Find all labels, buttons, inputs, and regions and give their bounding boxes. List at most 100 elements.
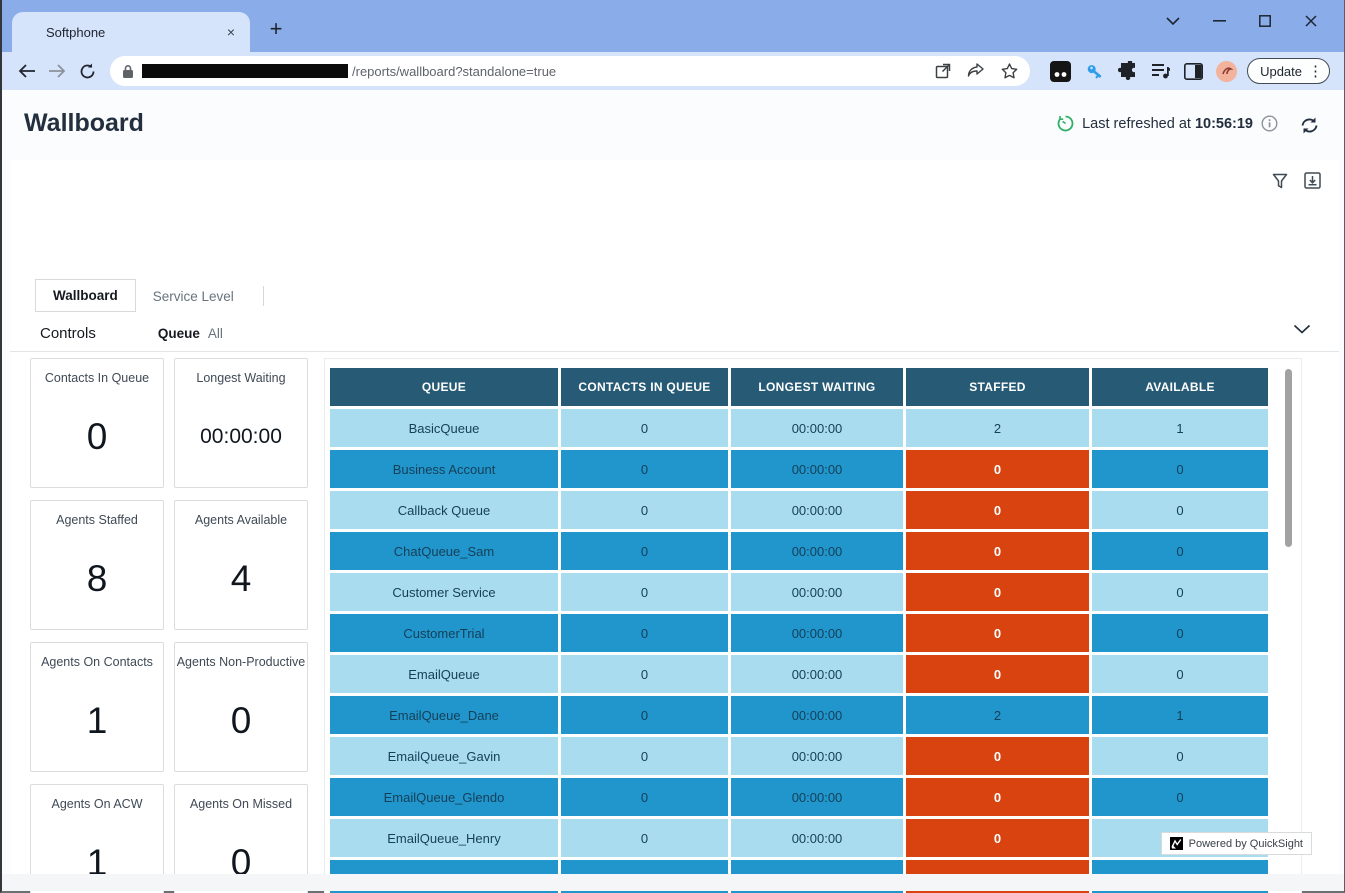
tab-title: Softphone <box>46 25 222 40</box>
bookmark-star-icon[interactable] <box>1001 63 1018 79</box>
share-icon[interactable] <box>967 63 985 79</box>
tab-service-level[interactable]: Service Level <box>136 281 251 312</box>
queue-table-header: QUEUECONTACTS IN QUEUELONGEST WAITINGSTA… <box>330 368 1268 406</box>
lock-icon[interactable] <box>122 64 134 79</box>
tab-close-icon[interactable]: × <box>222 23 240 41</box>
cell-queue: EmailQueue_Dane <box>330 696 558 734</box>
cell-contacts-in-queue: 0 <box>561 409 728 447</box>
last-refreshed-info: Last refreshed at 10:56:19 <box>1057 115 1278 132</box>
cell-staffed: 0 <box>906 737 1089 775</box>
kpi-label: Agents Available <box>175 513 307 527</box>
maximize-button[interactable] <box>1242 8 1288 34</box>
cell-contacts-in-queue: 0 <box>561 532 728 570</box>
minimize-button[interactable] <box>1196 8 1242 34</box>
table-row: Business Account000:00:0000 <box>330 450 1268 488</box>
kpi-card: Agents Staffed8 <box>30 500 164 630</box>
cell-queue: EmailQueue_Glendo <box>330 778 558 816</box>
open-in-new-icon[interactable] <box>935 63 951 79</box>
cell-queue: Customer Service <box>330 573 558 611</box>
cell-longest-waiting: 00:00:00 <box>731 573 903 611</box>
kpi-label: Longest Waiting <box>175 371 307 385</box>
forward-icon[interactable] <box>42 56 72 86</box>
kpi-label: Agents On Missed <box>175 797 307 811</box>
table-row: EmailQueue_Glendo000:00:0000 <box>330 778 1268 816</box>
info-icon[interactable] <box>1261 115 1278 132</box>
bottom-window-strip <box>2 874 1344 891</box>
cell-available: 1 <box>1092 409 1268 447</box>
kpi-label: Agents Non-Productive <box>175 655 307 669</box>
cell-staffed: 0 <box>906 532 1089 570</box>
wallboard-page: Wallboard Last refreshed at 10:56:19 Wal… <box>2 90 1344 875</box>
queue-table-widget: QUEUECONTACTS IN QUEUELONGEST WAITINGSTA… <box>324 358 1302 893</box>
cell-contacts-in-queue: 0 <box>561 819 728 857</box>
cell-queue: Callback Queue <box>330 491 558 529</box>
table-row: ChatQueue_Sam000:00:0000 <box>330 532 1268 570</box>
back-icon[interactable] <box>12 56 42 86</box>
kpi-value: 00:00:00 <box>175 405 307 469</box>
cell-staffed: 2 <box>906 409 1089 447</box>
url-path[interactable]: /reports/wallboard?standalone=true <box>352 64 927 79</box>
puzzle-extensions-icon[interactable] <box>1118 61 1138 81</box>
cell-staffed: 2 <box>906 696 1089 734</box>
close-window-button[interactable] <box>1288 8 1334 34</box>
queue-filter-value[interactable]: All <box>208 326 223 341</box>
cell-longest-waiting: 00:00:00 <box>731 409 903 447</box>
cell-longest-waiting: 00:00:00 <box>731 450 903 488</box>
cell-contacts-in-queue: 0 <box>561 737 728 775</box>
tab-search-chevron-icon[interactable] <box>1150 8 1196 34</box>
url-bar[interactable]: /reports/wallboard?standalone=true <box>110 56 1030 86</box>
cell-staffed: 0 <box>906 655 1089 693</box>
table-row: EmailQueue000:00:0000 <box>330 655 1268 693</box>
kpi-label: Contacts In Queue <box>31 371 163 385</box>
last-refreshed-text: Last refreshed at 10:56:19 <box>1082 116 1253 132</box>
tab-divider <box>263 286 264 306</box>
tab-wallboard[interactable]: Wallboard <box>35 279 136 312</box>
cell-queue: EmailQueue_Henry <box>330 819 558 857</box>
browser-tab[interactable]: Softphone × <box>12 12 250 52</box>
queue-table: QUEUECONTACTS IN QUEUELONGEST WAITINGSTA… <box>327 365 1271 893</box>
cell-available: 0 <box>1092 450 1268 488</box>
chevron-down-icon[interactable] <box>1293 324 1311 334</box>
kpi-label: Agents On ACW <box>31 797 163 811</box>
media-playlist-icon[interactable] <box>1151 62 1171 80</box>
table-row: EmailQueue_Henry000:00:0000 <box>330 819 1268 857</box>
profile-avatar[interactable] <box>1216 61 1237 82</box>
cell-longest-waiting: 00:00:00 <box>731 491 903 529</box>
cell-available: 0 <box>1092 778 1268 816</box>
kpi-card: Agents On Contacts1 <box>30 642 164 772</box>
cell-staffed: 0 <box>906 614 1089 652</box>
cell-longest-waiting: 00:00:00 <box>731 532 903 570</box>
filter-funnel-icon[interactable] <box>1272 173 1288 189</box>
kpi-card: Agents Non-Productive 0 <box>174 642 308 772</box>
page-title: Wallboard <box>24 109 144 138</box>
side-panel-icon[interactable] <box>1184 63 1203 80</box>
cell-queue: EmailQueue_Gavin <box>330 737 558 775</box>
kpi-card: Agents Available 4 <box>174 500 308 630</box>
controls-label: Controls <box>40 325 96 342</box>
refresh-icon[interactable] <box>1296 112 1322 138</box>
kpi-value: 0 <box>175 689 307 753</box>
cell-staffed: 0 <box>906 573 1089 611</box>
password-key-icon[interactable] <box>1084 61 1105 82</box>
dark-extension-icon[interactable] <box>1050 61 1071 82</box>
auto-refresh-timer-icon <box>1057 115 1074 132</box>
controls-bar: Controls Queue All <box>10 315 1339 352</box>
cell-available: 0 <box>1092 532 1268 570</box>
table-scrollbar[interactable] <box>1285 369 1292 547</box>
cell-queue: CustomerTrial <box>330 614 558 652</box>
column-header: CONTACTS IN QUEUE <box>561 368 728 406</box>
browser-menu-icon[interactable]: ⋮ <box>1308 64 1323 79</box>
sheet-toolbar <box>1272 172 1321 189</box>
cell-queue: ChatQueue_Sam <box>330 532 558 570</box>
reload-icon[interactable] <box>72 56 102 86</box>
kpi-value: 4 <box>175 547 307 611</box>
sheet-tabs: Wallboard Service Level <box>35 279 264 312</box>
export-download-icon[interactable] <box>1304 172 1321 189</box>
redacted-url-host <box>142 64 348 78</box>
cell-staffed: 0 <box>906 819 1089 857</box>
queue-filter-label: Queue <box>158 326 200 341</box>
kpi-value: 0 <box>31 405 163 469</box>
new-tab-button[interactable]: + <box>262 15 290 43</box>
table-row: CustomerTrial000:00:0000 <box>330 614 1268 652</box>
update-button[interactable]: Update ⋮ <box>1247 58 1330 84</box>
